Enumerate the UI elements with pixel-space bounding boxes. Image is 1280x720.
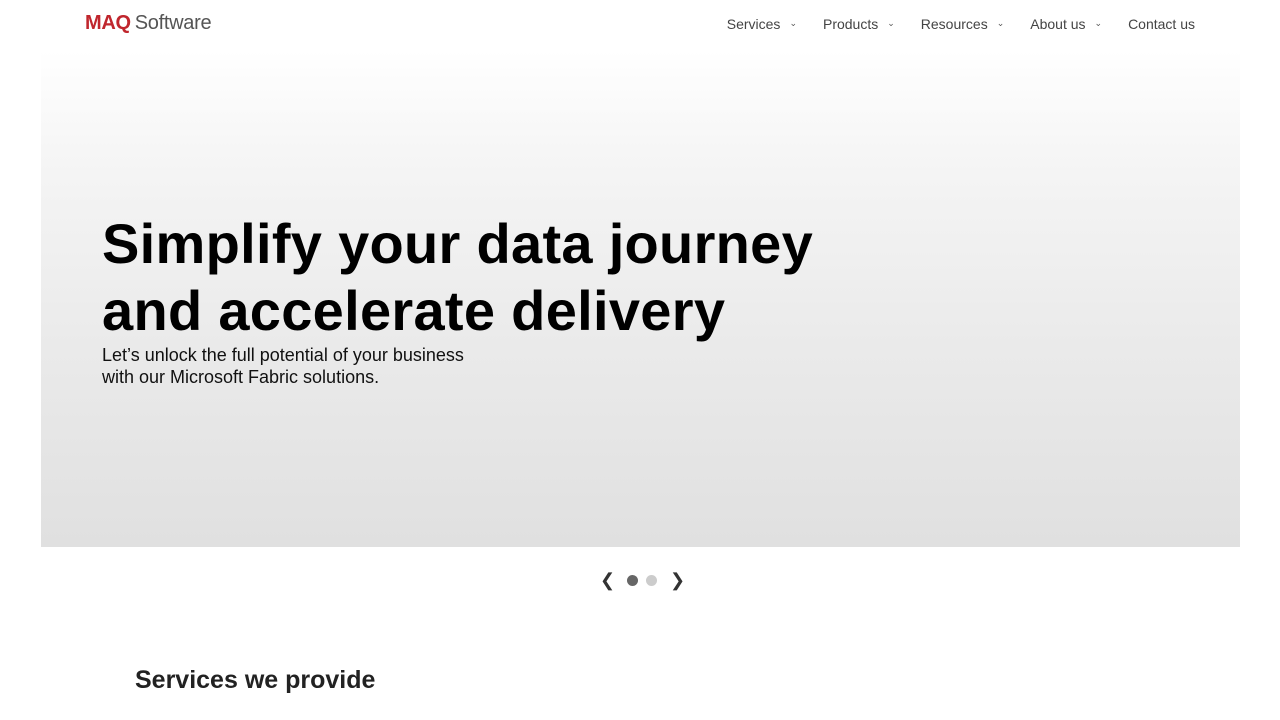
nav-label: Resources — [920, 16, 988, 32]
hero-subtitle-line1: Let’s unlock the full potential of your … — [102, 345, 464, 365]
nav-label: Services — [726, 16, 781, 32]
carousel-dot-1[interactable] — [627, 575, 638, 586]
chevron-down-icon: ⌄ — [789, 17, 797, 28]
logo-suffix: Software — [134, 12, 212, 34]
logo[interactable]: MAQ Software — [85, 12, 212, 35]
chevron-down-icon: ⌄ — [1094, 17, 1103, 28]
hero-title-line1: Simplify your data journey — [102, 212, 814, 275]
services-section-title: Services we provide — [135, 666, 376, 694]
carousel-controls: ❮ ❯ — [600, 570, 685, 591]
nav-label: Products — [822, 16, 879, 32]
nav-label: Contact us — [1128, 16, 1195, 32]
nav-label: About us — [1030, 16, 1086, 32]
site-header: MAQ Software Services ⌄ Products ⌄ Resour… — [0, 0, 1280, 50]
chevron-down-icon: ⌄ — [996, 17, 1005, 28]
hero-title-line2: and accelerate delivery — [102, 279, 726, 342]
hero-subtitle-line2: with our Microsoft Fabric solutions. — [102, 367, 380, 387]
nav-products[interactable]: Products ⌄ — [823, 16, 895, 32]
hero-banner: Simplify your data journey and accelerat… — [41, 50, 1240, 547]
nav-contact-us[interactable]: Contact us — [1128, 16, 1195, 32]
nav-about-us[interactable]: About us ⌄ — [1030, 16, 1102, 32]
nav-resources[interactable]: Resources ⌄ — [921, 16, 1004, 32]
chevron-down-icon: ⌄ — [887, 17, 895, 28]
nav-services[interactable]: Services ⌄ — [727, 16, 797, 32]
chevron-right-icon[interactable]: ❯ — [670, 570, 685, 591]
main-nav: Services ⌄ Products ⌄ Resources ⌄ About … — [701, 16, 1195, 32]
hero-subtitle: Let’s unlock the full potential of your … — [102, 344, 464, 388]
chevron-left-icon[interactable]: ❮ — [600, 570, 615, 591]
carousel-dot-2[interactable] — [646, 575, 657, 586]
hero-title: Simplify your data journey and accelerat… — [102, 210, 813, 344]
logo-brand: MAQ — [85, 12, 131, 34]
